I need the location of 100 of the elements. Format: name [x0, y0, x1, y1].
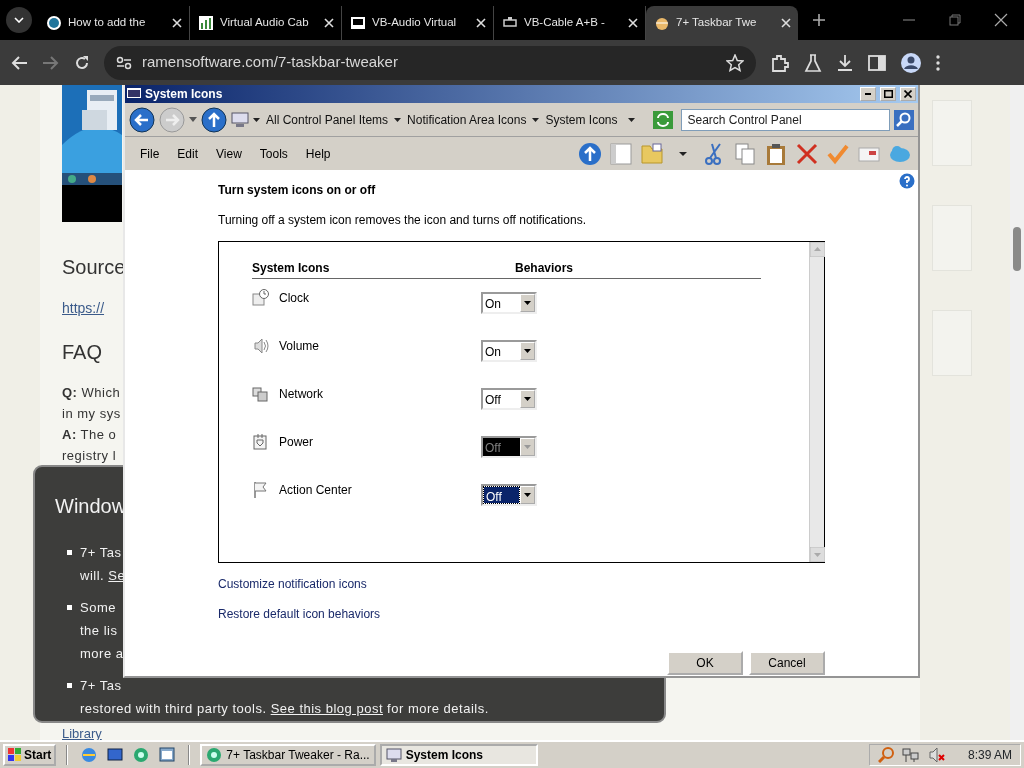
- caret-icon[interactable]: [394, 117, 402, 122]
- minimize-button[interactable]: [860, 87, 876, 101]
- address-bar[interactable]: ramensoftware.com/7-taskbar-tweaker: [104, 45, 756, 80]
- up-icon[interactable]: [201, 106, 227, 133]
- network-icon[interactable]: [901, 747, 920, 763]
- star-icon[interactable]: [726, 53, 744, 72]
- profile-icon[interactable]: [900, 51, 922, 74]
- dropdown[interactable]: On: [481, 292, 537, 314]
- caret-icon[interactable]: [189, 117, 197, 122]
- tab-search-button[interactable]: [6, 7, 32, 33]
- menu-item[interactable]: View: [207, 144, 251, 163]
- restore-icon[interactable]: [948, 13, 962, 27]
- caret-icon[interactable]: [627, 117, 635, 122]
- text: will.: [80, 568, 106, 583]
- menu-item[interactable]: Tools: [250, 144, 297, 163]
- caret-icon[interactable]: [532, 117, 540, 122]
- column-header: System Icons: [252, 260, 331, 277]
- link[interactable]: Customize notification icons: [218, 575, 367, 593]
- sidebar-icon[interactable]: [868, 54, 886, 71]
- bullet-icon: [67, 683, 72, 688]
- text-line: Some: [80, 599, 117, 617]
- text-line: more a: [80, 645, 124, 663]
- description-text: Turning off a system icon removes the icon and turns off notifications.: [218, 212, 587, 229]
- caret-icon: [524, 301, 531, 305]
- text-line: in my sys: [62, 405, 121, 423]
- clipboard-icon[interactable]: [764, 141, 788, 166]
- row-label: Volume: [279, 338, 320, 355]
- chart-icon: [198, 15, 214, 31]
- menu-icon[interactable]: [936, 54, 940, 71]
- dropdown[interactable]: Off: [481, 388, 537, 410]
- row-label: Network: [279, 386, 323, 403]
- window-icon: [127, 88, 141, 100]
- scrollbar-thumb[interactable]: [1013, 227, 1021, 271]
- menu-item[interactable]: Edit: [168, 144, 208, 163]
- menu-item[interactable]: File: [131, 144, 169, 163]
- maximize-button[interactable]: [880, 87, 896, 101]
- window-title: System Icons: [145, 86, 224, 103]
- row-label: Power: [279, 434, 313, 451]
- refresh-icon[interactable]: [652, 110, 673, 129]
- search-icon[interactable]: [894, 109, 914, 130]
- section-heading: Source: [62, 255, 126, 279]
- speaker-icon: [252, 337, 269, 355]
- delete-icon[interactable]: [795, 141, 819, 166]
- link[interactable]: Library: [62, 724, 102, 740]
- scrollbar[interactable]: [1010, 85, 1024, 740]
- plus-icon[interactable]: [812, 13, 826, 27]
- notice-title: Window: [55, 494, 127, 519]
- start-button[interactable]: Start: [3, 744, 57, 766]
- cancel-button[interactable]: Cancel: [749, 651, 825, 675]
- link[interactable]: See this blog post: [270, 701, 383, 716]
- folder-icon[interactable]: [640, 141, 664, 166]
- section-heading: Turn system icons on or off: [218, 182, 377, 199]
- close-icon: [904, 90, 912, 98]
- help-icon[interactable]: [899, 173, 915, 189]
- magnifier-icon[interactable]: [877, 747, 894, 763]
- row-label: Clock: [279, 290, 309, 307]
- forward-icon[interactable]: [42, 54, 60, 71]
- chat-bubble-icon[interactable]: [133, 747, 150, 763]
- link[interactable]: Restore default icon behaviors: [218, 605, 381, 623]
- dropdown[interactable]: Off: [481, 484, 537, 506]
- minimize-icon: [865, 93, 871, 95]
- close-button[interactable]: [900, 87, 916, 101]
- taskbar-button[interactable]: 7+ Taskbar Tweaker - Ra...: [200, 744, 376, 766]
- close-icon[interactable]: [994, 13, 1008, 27]
- caret-icon: [524, 445, 531, 449]
- site-info-icon[interactable]: [116, 55, 132, 70]
- back-icon[interactable]: [129, 106, 155, 133]
- reload-icon[interactable]: [74, 54, 90, 71]
- text-line: registry l: [62, 447, 118, 465]
- square-logo-icon: [350, 15, 366, 31]
- breadcrumb-item[interactable]: Notification Area Icons: [405, 110, 529, 129]
- desktop-icon[interactable]: [107, 747, 124, 763]
- muted-speaker-icon[interactable]: [927, 747, 946, 763]
- window-icon[interactable]: [159, 747, 176, 763]
- caret-icon: [524, 397, 531, 401]
- text-line: 7+ Tas: [80, 544, 123, 562]
- caret-icon: [524, 493, 531, 497]
- circle-logo-icon: [46, 15, 62, 31]
- extension-icon[interactable]: [770, 52, 790, 73]
- browser-tab[interactable]: 7+ Taskbar Twe: [646, 6, 798, 40]
- download-icon[interactable]: [836, 53, 854, 72]
- bullet-icon: [67, 550, 72, 555]
- maximize-icon: [883, 90, 893, 98]
- chevron-down-icon: [14, 17, 24, 23]
- network-icon: [252, 385, 269, 403]
- taskbar-button[interactable]: System Icons: [379, 744, 538, 766]
- caret-icon: [524, 349, 531, 353]
- search-field[interactable]: Search Control Panel: [680, 108, 890, 131]
- computer-icon: [385, 747, 402, 763]
- column-header: Behaviors: [515, 260, 574, 277]
- flag-icon: [252, 481, 269, 499]
- ok-button[interactable]: OK: [667, 651, 743, 675]
- breadcrumb-item[interactable]: All Control Panel Items: [264, 110, 391, 129]
- breadcrumb-item[interactable]: System Icons: [543, 110, 620, 129]
- text-line: Q: Which: [62, 384, 121, 402]
- dropdown[interactable]: On: [481, 340, 537, 362]
- link[interactable]: https://: [62, 298, 105, 319]
- flask-icon[interactable]: [804, 53, 822, 72]
- caret-icon[interactable]: [253, 117, 260, 122]
- menu-item[interactable]: Help: [296, 144, 340, 163]
